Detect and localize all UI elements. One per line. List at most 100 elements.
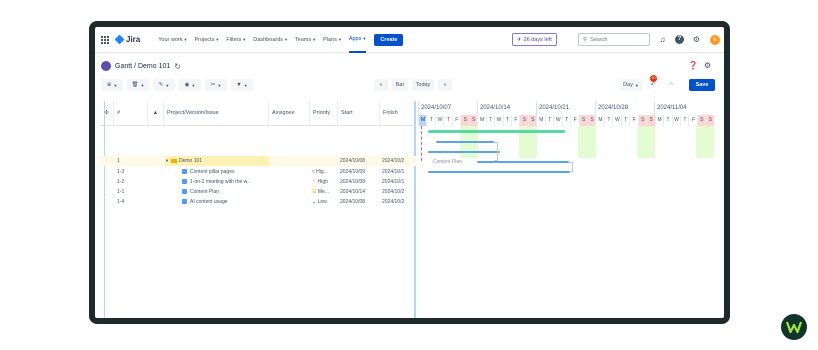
bar-ai-content-usage[interactable]	[428, 171, 570, 173]
warning-icon: ▲	[148, 101, 164, 126]
column-header-issue[interactable]: Project/Version/Issue	[164, 101, 269, 126]
column-header-number[interactable]: #	[114, 101, 148, 126]
notifications-icon[interactable]: ♫	[658, 35, 667, 44]
weekend-column	[696, 126, 714, 158]
bar-content-pillar-pages[interactable]	[436, 141, 494, 143]
priority-text: Me...	[317, 189, 329, 195]
undo-count-badge: 10	[650, 75, 657, 82]
redo-button[interactable]: ↷	[664, 79, 678, 91]
help-icon[interactable]: ?	[675, 35, 684, 44]
row-priority[interactable]: ⌄ Low	[312, 197, 338, 207]
help-icon[interactable]: ❓	[688, 61, 698, 70]
drag-handle-icon[interactable]: ⋮	[104, 177, 112, 187]
create-button[interactable]: Create	[374, 33, 404, 46]
gantt-timeline[interactable]: 2024/10/07 2024/10/14 2024/10/21 2024/10…	[418, 101, 724, 318]
save-button[interactable]: Save	[689, 79, 715, 91]
weekend-column	[578, 126, 596, 158]
edit-dropdown-button[interactable]: ✎ ▼	[153, 79, 175, 91]
prev-period-button[interactable]: «	[374, 79, 388, 91]
row-name[interactable]: 1-on-1 meeting with the w...	[182, 177, 269, 187]
row-finish[interactable]: 2024/10/1	[382, 167, 416, 177]
issue-table: ✣ # ▲ Project/Version/Issue Assignee Pri…	[100, 101, 416, 318]
nav-teams[interactable]: Teams ▼	[295, 37, 316, 43]
priority-text: High	[317, 179, 328, 185]
row-start[interactable]: 2024/10/14	[340, 187, 380, 197]
drag-handle-icon[interactable]: ⋮	[104, 197, 112, 207]
row-priority[interactable]: ☰ Me...	[312, 187, 338, 197]
nav-your-work[interactable]: Your work ▼	[158, 37, 187, 43]
row-finish[interactable]: 2024/10/2	[382, 156, 416, 166]
today-button[interactable]: Today	[412, 79, 434, 91]
next-period-button[interactable]: »	[438, 79, 452, 91]
scale-select[interactable]: Day ▼	[620, 79, 642, 91]
column-header-start[interactable]: Start	[338, 101, 380, 126]
row-name[interactable]: Content pillar pages	[182, 167, 269, 177]
row-name[interactable]: ▼ Demo 101	[165, 156, 269, 166]
undo-icon: ↶	[650, 82, 656, 88]
row-name-text: AI content usage	[190, 199, 228, 205]
trial-button[interactable]: ✈ 26 days left	[512, 33, 557, 46]
table-row[interactable]: ⋮ 1 ▼ Demo 101 2024/10/08 2024/10/2	[100, 156, 416, 166]
nav-plans[interactable]: Plans ▼	[323, 37, 342, 43]
bar-1on1-meeting[interactable]	[428, 151, 500, 153]
jira-logo[interactable]: Jira	[114, 34, 141, 45]
search-input[interactable]: ⚲ Search	[578, 33, 650, 46]
week-header: 2024/11/04	[654, 101, 724, 115]
row-priority[interactable]: ≈ Hig...	[312, 167, 338, 177]
column-header-finish[interactable]: Finish	[380, 101, 416, 126]
row-start[interactable]: 2024/10/08	[340, 197, 380, 207]
row-number: 1-1	[117, 189, 125, 195]
nav-label: Your work	[158, 36, 183, 43]
wrench-icon: ✂	[210, 82, 216, 88]
view-dropdown-button[interactable]: ◉ ▼	[179, 79, 201, 91]
chevron-down-icon: ▼	[362, 35, 367, 41]
collapse-caret-icon[interactable]: ▼	[165, 158, 169, 163]
week-header: 2024/10/28	[595, 101, 654, 115]
row-start[interactable]: 2024/10/09	[340, 167, 380, 177]
row-name[interactable]: AI content usage	[182, 197, 269, 207]
row-start[interactable]: 2024/10/08	[340, 177, 380, 187]
rocket-icon: ✈	[517, 36, 522, 43]
chevron-down-icon: ▼	[165, 82, 170, 88]
table-row[interactable]: ⋮ 1-3 Content pillar pages ≈ Hig... 2024…	[100, 167, 416, 177]
row-finish[interactable]: 2024/10/2	[382, 187, 416, 197]
app-switcher-icon[interactable]	[101, 35, 109, 44]
refresh-icon[interactable]: ↻	[174, 62, 181, 71]
table-row[interactable]: ⋮ 1-2 1-on-1 meeting with the w... ⌃ Hig…	[100, 177, 416, 187]
filter-dropdown-button[interactable]: ▼ ▼	[231, 79, 253, 91]
app-name: Jira	[126, 35, 141, 44]
summary-bar-demo-101[interactable]	[428, 130, 565, 133]
drag-handle-icon[interactable]: ⋮	[104, 187, 112, 197]
row-finish[interactable]: 2024/10/2	[382, 197, 416, 207]
trash-icon: 🗑	[131, 82, 139, 88]
bar-view-button[interactable]: Bar	[392, 79, 408, 91]
add-dropdown-button[interactable]: ⊕ ▼	[101, 79, 123, 91]
settings-gear-icon[interactable]: ⚙	[692, 35, 701, 44]
chevron-down-icon: ▼	[191, 82, 196, 88]
nav-apps[interactable]: Apps ▼	[348, 27, 367, 53]
drag-handle-icon[interactable]: ⋮	[104, 156, 112, 166]
table-row[interactable]: ⋮ 1-4 AI content usage ⌄ Low 2024/10/08 …	[100, 197, 416, 207]
nav-projects[interactable]: Projects ▼	[194, 37, 219, 43]
nav-dashboards[interactable]: Dashboards ▼	[253, 37, 288, 43]
column-header-priority[interactable]: Priority	[310, 101, 338, 126]
drag-handle-icon[interactable]: ⋮	[104, 167, 112, 177]
row-name-text: 1-on-1 meeting with the w...	[190, 179, 252, 185]
row-finish[interactable]: 2024/10/1	[382, 177, 416, 187]
bar-content-plan[interactable]	[477, 161, 569, 163]
chevron-down-icon: ▼	[215, 37, 220, 42]
delete-dropdown-button[interactable]: 🗑 ▼	[127, 79, 149, 91]
chevron-down-icon: ▼	[113, 82, 118, 88]
nav-filters[interactable]: Filters ▼	[226, 37, 246, 43]
week-header: 2024/10/14	[477, 101, 536, 115]
row-name[interactable]: Content Plan	[182, 187, 269, 197]
row-priority[interactable]: ⌃ High	[312, 177, 338, 187]
project-avatar-icon	[101, 61, 111, 71]
table-row[interactable]: ⋮ 1-1 Content Plan ☰ Me... 2024/10/14 20…	[100, 187, 416, 197]
tools-dropdown-button[interactable]: ✂ ▼	[205, 79, 227, 91]
avatar[interactable]: K	[710, 35, 720, 45]
row-start[interactable]: 2024/10/08	[340, 156, 380, 166]
settings-gear-icon[interactable]: ⚙	[704, 61, 711, 70]
chevron-down-icon: ▼	[312, 37, 317, 42]
column-header-assignee[interactable]: Assignee	[269, 101, 310, 126]
